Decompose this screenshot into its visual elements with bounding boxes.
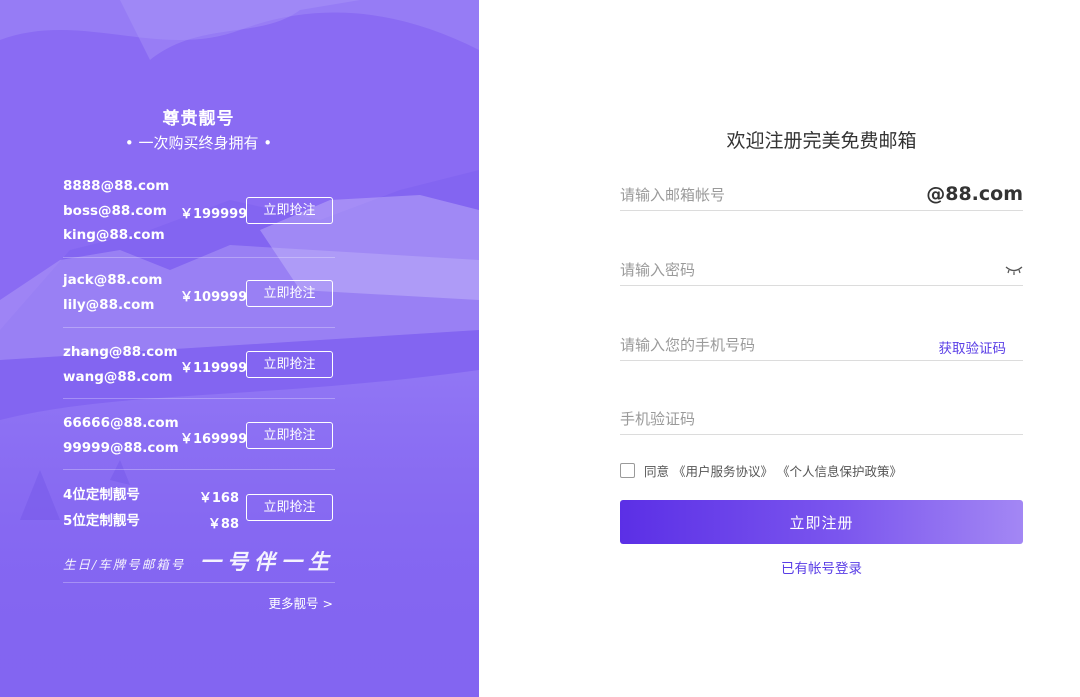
offer-row: 8888@88.com boss@88.com king@88.com ￥199… [63,174,335,258]
offer-email: jack@88.com [63,272,163,288]
closed-eye-icon[interactable] [1005,264,1023,276]
offer-email: wang@88.com [63,368,173,385]
offer-price: ￥109999 [180,290,248,305]
buy-now-button[interactable]: 立即抢注 [246,422,333,449]
offer-email: king@88.com [63,227,165,243]
offer-price: ￥168 [198,491,239,506]
offer-email: 66666@88.com [63,415,179,431]
email-domain-suffix: @88.com [926,183,1023,205]
code-field-row [620,405,1023,435]
buy-now-button[interactable]: 立即抢注 [246,197,333,224]
login-link[interactable]: 已有帐号登录 [620,557,1023,577]
offer-email: zhang@88.com [63,344,178,360]
offer-row: 66666@88.com 99999@88.com ￥169999 立即抢注 [63,411,335,470]
password-field-row [620,256,1023,286]
offer-row: jack@88.com lily@88.com ￥109999 立即抢注 [63,268,335,328]
offer-email: lily@88.com [63,296,155,313]
sms-code-input[interactable] [620,405,920,433]
offer-email: boss@88.com [63,202,167,219]
slogan-small-text: 生日/车牌号邮箱号 [63,557,186,572]
password-input[interactable] [620,256,920,284]
phone-input[interactable] [620,331,920,359]
register-button[interactable]: 立即注册 [620,500,1023,544]
terms-link[interactable]: 《用户服务协议》 [673,464,773,479]
buy-now-button[interactable]: 立即抢注 [246,494,333,521]
agreement-row: 同意 《用户服务协议》 《个人信息保护政策》 [620,460,902,480]
buy-now-button[interactable]: 立即抢注 [246,280,333,307]
more-numbers-link[interactable]: 更多靓号 > [269,593,333,612]
offer-email: 99999@88.com [63,439,179,456]
agree-checkbox[interactable] [620,462,635,478]
offer-price: ￥199999 [180,207,248,222]
offer-custom-label: 4位定制靓号 [63,487,140,503]
slogan-big-text: 一号伴一生 [200,549,335,574]
promo-title: 尊贵靓号 [162,109,235,129]
email-field-row: @88.com [620,181,1023,211]
form-title: 欢迎注册完美免费邮箱 [726,130,917,152]
promo-panel: 尊贵靓号 • 一次购买终身拥有 • 8888@88.com boss@88.co… [0,0,479,697]
promo-subtitle: • 一次购买终身拥有 • [124,134,273,152]
phone-field-row: 获取验证码 [620,331,1023,361]
offer-email: 8888@88.com [63,178,170,194]
offer-price: ￥119999 [180,361,248,376]
slogan: 生日/车牌号邮箱号 一号伴一生 [63,546,335,576]
offer-custom-label: 5位定制靓号 [63,513,140,529]
offer-price: ￥88 [207,517,239,532]
email-input[interactable] [620,181,920,209]
buy-now-button[interactable]: 立即抢注 [246,351,333,378]
offer-row: zhang@88.com wang@88.com ￥119999 立即抢注 [63,340,335,399]
privacy-link[interactable]: 《个人信息保护政策》 [777,464,902,479]
offer-price: ￥169999 [180,432,248,447]
get-code-button[interactable]: 获取验证码 [939,337,1007,357]
agree-label: 同意 [644,463,670,479]
divider [63,582,335,583]
